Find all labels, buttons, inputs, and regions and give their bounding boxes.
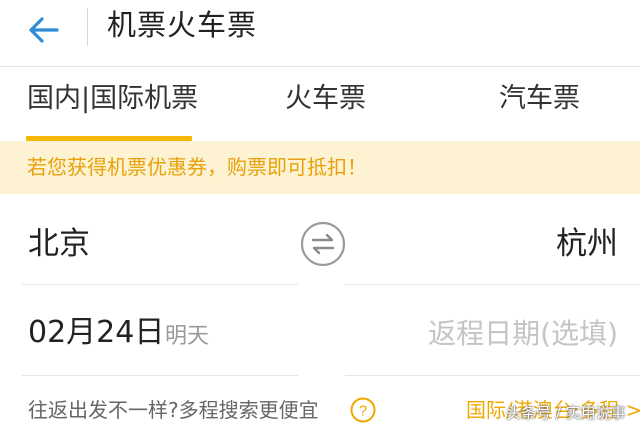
arrow-left-icon: [29, 17, 59, 43]
question-circle-icon[interactable]: ?: [350, 397, 376, 423]
multi-trip-hint: 往返出发不一样?多程搜索更便宜: [28, 398, 319, 422]
arrival-city[interactable]: 杭州: [556, 224, 618, 264]
swap-arrows-icon: [300, 221, 346, 267]
coupon-notice-banner: 若您获得机票优惠券，购票即可抵扣！: [0, 141, 640, 194]
coupon-notice-text: 若您获得机票优惠券，购票即可抵扣！: [27, 155, 367, 179]
ticket-type-tabs: 国内|国际机票 火车票 汽车票: [0, 67, 640, 141]
tab-flights[interactable]: 国内|国际机票: [27, 81, 198, 117]
watermark: 头条号 / 实用说事: [506, 404, 626, 422]
header-divider: [87, 8, 88, 46]
svg-text:?: ?: [359, 403, 367, 420]
divider: [345, 375, 640, 376]
back-button[interactable]: [22, 10, 66, 50]
return-date-placeholder[interactable]: 返程日期(选填): [428, 315, 618, 353]
divider: [345, 284, 640, 285]
divider: [22, 375, 298, 376]
divider: [22, 284, 298, 285]
swap-cities-button[interactable]: [299, 220, 347, 268]
tab-trains[interactable]: 火车票: [285, 81, 366, 117]
app-header: 机票火车票: [0, 0, 640, 67]
departure-city[interactable]: 北京: [28, 224, 90, 264]
tab-buses[interactable]: 汽车票: [499, 81, 580, 117]
departure-day-label: 明天: [165, 324, 210, 349]
page-title: 机票火车票: [107, 8, 258, 42]
departure-date[interactable]: 02月24日: [28, 313, 164, 353]
